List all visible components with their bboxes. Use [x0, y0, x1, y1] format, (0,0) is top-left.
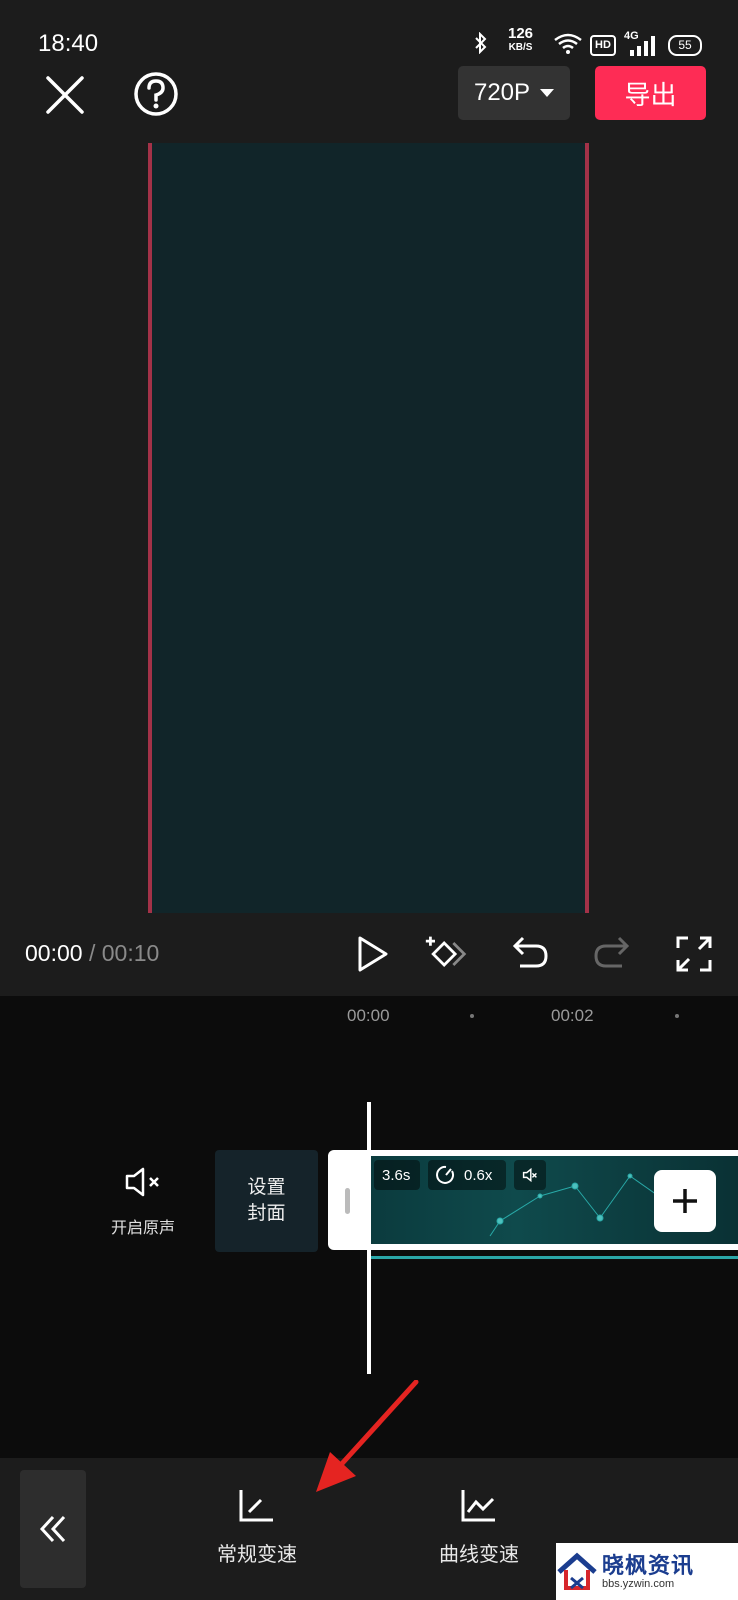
double-chevron-left-icon — [39, 1515, 66, 1543]
time-separator: / — [82, 940, 102, 966]
playhead[interactable] — [367, 1102, 371, 1374]
ruler-dot — [470, 1014, 474, 1018]
bluetooth-icon — [475, 32, 487, 54]
resolution-value: 720P — [473, 79, 531, 106]
network-speed: 126 KB/S — [508, 25, 534, 54]
play-button[interactable] — [350, 932, 394, 976]
close-button[interactable] — [40, 70, 90, 120]
network-speed-unit: KB/S — [508, 42, 533, 53]
redo-icon — [594, 936, 630, 968]
clip-audio-line — [370, 1256, 738, 1259]
fullscreen-button[interactable] — [672, 932, 716, 976]
normal-speed-tool[interactable]: 常规变速 — [192, 1488, 322, 1567]
video-preview[interactable] — [148, 143, 589, 913]
fullscreen-icon — [676, 936, 712, 972]
curve-speed-icon — [461, 1490, 495, 1522]
cover-label-line1: 设置 — [247, 1177, 286, 1198]
ruler-mark: 00:02 — [551, 1006, 594, 1025]
original-sound-toggle[interactable]: 开启原声 — [108, 1165, 178, 1240]
speed-gauge-icon — [436, 1165, 455, 1184]
watermark-url: bbs.yzwin.com — [602, 1577, 675, 1590]
close-icon — [46, 76, 84, 114]
play-icon — [358, 936, 388, 972]
status-time: 18:40 — [38, 30, 99, 57]
curve-speed-label: 曲线变速 — [439, 1544, 519, 1566]
resolution-selector[interactable]: 720P — [458, 66, 570, 120]
ruler-dot — [675, 1014, 679, 1018]
annotation-arrow — [316, 1380, 419, 1492]
hd-badge: HD — [590, 35, 616, 56]
help-icon — [134, 72, 178, 116]
cover-label-line2: 封面 — [247, 1203, 286, 1224]
wifi-icon — [554, 33, 582, 54]
curve-speed-tool[interactable]: 曲线变速 — [414, 1488, 544, 1567]
help-button[interactable] — [132, 70, 180, 118]
clip-speed-value: 0.6x — [464, 1166, 493, 1184]
keyframe-add-icon — [425, 936, 467, 967]
total-time: 00:10 — [101, 940, 160, 966]
clip-speed-badge: 0.6x — [428, 1160, 506, 1190]
plus-icon — [673, 1189, 697, 1213]
house-logo-icon — [557, 1552, 597, 1590]
network-speed-value: 126 — [508, 25, 534, 42]
clip-trim-handle[interactable] — [345, 1188, 350, 1214]
add-clip-button[interactable] — [654, 1170, 716, 1232]
set-cover-button[interactable]: 设置 封面 — [215, 1150, 318, 1252]
keyframe-button[interactable] — [424, 932, 468, 976]
time-display: 00:00 / 00:10 — [25, 940, 159, 967]
ruler-mark: 00:00 — [347, 1006, 390, 1025]
export-button[interactable]: 导出 — [595, 66, 706, 120]
redo-button[interactable] — [590, 932, 634, 976]
back-collapse-button[interactable] — [20, 1470, 86, 1588]
current-time: 00:00 — [25, 940, 83, 966]
normal-speed-label: 常规变速 — [217, 1544, 297, 1566]
battery-indicator: 55 — [668, 35, 702, 56]
undo-button[interactable] — [508, 932, 552, 976]
caret-down-icon — [540, 89, 555, 97]
signal-icon — [630, 36, 655, 56]
clip-mute-badge — [514, 1160, 546, 1190]
watermark-title: 晓枫资讯 — [602, 1552, 695, 1578]
clip-duration-badge: 3.6s — [374, 1160, 420, 1190]
speaker-mute-icon — [125, 1167, 159, 1197]
watermark: 晓枫资讯 bbs.yzwin.com — [556, 1543, 738, 1600]
normal-speed-icon — [239, 1490, 273, 1522]
speaker-mute-icon — [522, 1167, 537, 1183]
undo-icon — [512, 936, 548, 968]
original-sound-label: 开启原声 — [110, 1220, 175, 1237]
